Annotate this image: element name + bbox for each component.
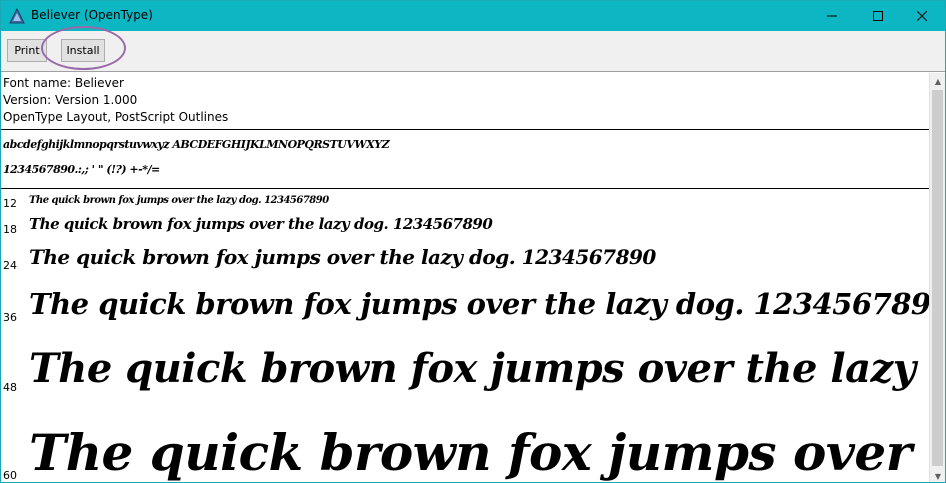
close-button[interactable] (899, 1, 945, 31)
font-preview-area[interactable]: Font name: Believer Version: Version 1.0… (1, 73, 929, 482)
sample-text-24: The quick brown fox jumps over the lazy … (29, 245, 656, 269)
scroll-thumb[interactable] (932, 90, 943, 466)
sample-size-label: 12 (3, 197, 17, 210)
vertical-scrollbar[interactable]: ▲ ▼ (929, 73, 945, 482)
title-bar[interactable]: Believer (OpenType) (1, 1, 945, 31)
print-button[interactable]: Print (7, 39, 47, 62)
divider (1, 188, 929, 189)
close-icon (917, 11, 927, 21)
charset-letters: abcdefghijklmnopqrstuvwxyz ABCDEFGHIJKLM… (3, 138, 390, 151)
scroll-down-icon[interactable]: ▼ (930, 468, 945, 482)
sample-text-48: The quick brown fox jumps over the lazy … (29, 345, 929, 392)
sample-text-18: The quick brown fox jumps over the lazy … (29, 215, 493, 233)
window-title: Believer (OpenType) (31, 8, 153, 22)
sample-size-label: 18 (3, 223, 17, 236)
font-outlines-line: OpenType Layout, PostScript Outlines (3, 110, 229, 124)
sample-text-60: The quick brown fox jumps over the lazy … (29, 423, 929, 482)
font-app-icon (9, 7, 25, 24)
charset-digits-symbols: 1234567890.:,; ' " (!?) +-*/= (3, 163, 160, 176)
toolbar: Print Install (1, 31, 945, 72)
font-version-line: Version: Version 1.000 (3, 93, 138, 107)
install-button[interactable]: Install (61, 39, 105, 62)
sample-text-36: The quick brown fox jumps over the lazy … (29, 287, 929, 321)
sample-text-12: The quick brown fox jumps over the lazy … (29, 195, 329, 206)
font-name-line: Font name: Believer (3, 76, 124, 90)
maximize-button[interactable] (855, 1, 901, 31)
font-viewer-window: Believer (OpenType) Print Install Font n… (0, 0, 946, 483)
sample-size-label: 60 (3, 469, 17, 482)
minimize-icon (827, 15, 837, 17)
scroll-up-icon[interactable]: ▲ (930, 73, 945, 89)
divider (1, 129, 929, 130)
maximize-icon (873, 11, 883, 21)
sample-size-label: 36 (3, 311, 17, 324)
sample-size-label: 48 (3, 381, 17, 394)
sample-size-label: 24 (3, 259, 17, 272)
minimize-button[interactable] (809, 1, 855, 31)
